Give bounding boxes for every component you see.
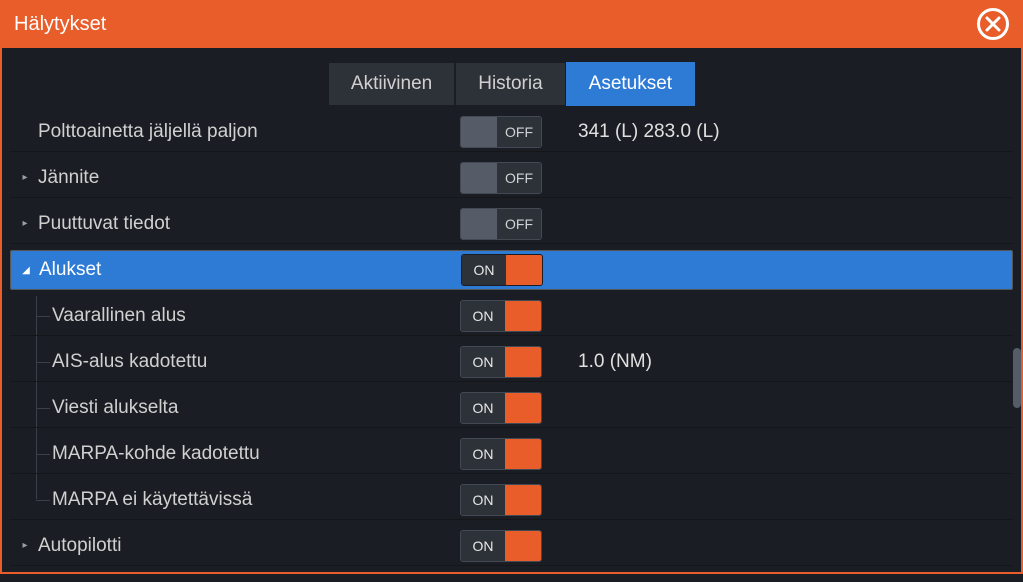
- settings-list: Polttoainetta jäljellä paljon OFF 341 (L…: [0, 106, 1023, 582]
- toggle-knob: [505, 301, 541, 331]
- tree-tee: [36, 362, 50, 363]
- tree-line: [36, 480, 37, 499]
- row-voltage[interactable]: ▸ Jännite OFF: [10, 158, 1013, 198]
- tab-settings[interactable]: Asetukset: [566, 62, 695, 106]
- row-label: Alukset: [39, 259, 101, 281]
- row-message-vessel[interactable]: Viesti alukselta ON: [10, 388, 1013, 428]
- tree-tee: [36, 316, 50, 317]
- row-label: Vaarallinen alus: [52, 305, 186, 327]
- toggle-state-label: ON: [461, 347, 505, 377]
- toggle-state-label: OFF: [497, 209, 541, 239]
- scrollbar[interactable]: [1011, 108, 1021, 568]
- expand-icon[interactable]: ▸: [18, 540, 32, 551]
- toggle-knob: [506, 255, 542, 285]
- toggle-marpa-unavail[interactable]: ON: [460, 484, 542, 516]
- toggle-knob: [461, 209, 497, 239]
- row-value[interactable]: 1.0 (NM): [560, 351, 1013, 373]
- collapse-icon[interactable]: ◢: [19, 265, 33, 276]
- row-label: Polttoainetta jäljellä paljon: [38, 121, 258, 143]
- toggle-knob: [505, 393, 541, 423]
- tree-tee: [36, 500, 50, 501]
- tree-tee: [36, 454, 50, 455]
- toggle-ais-lost[interactable]: ON: [460, 346, 542, 378]
- toggle-state-label: ON: [461, 301, 505, 331]
- row-dangerous-vessel[interactable]: Vaarallinen alus ON: [10, 296, 1013, 336]
- tab-history[interactable]: Historia: [455, 62, 565, 106]
- toggle-state-label: OFF: [497, 117, 541, 147]
- toggle-state-label: ON: [462, 255, 506, 285]
- toggle-marpa-lost[interactable]: ON: [460, 438, 542, 470]
- toggle-vessels[interactable]: ON: [461, 254, 543, 286]
- row-ais-lost[interactable]: AIS-alus kadotettu ON 1.0 (NM): [10, 342, 1013, 382]
- toggle-state-label: OFF: [497, 163, 541, 193]
- row-label: Viesti alukselta: [52, 397, 178, 419]
- tab-active[interactable]: Aktiivinen: [328, 62, 455, 106]
- toggle-state-label: ON: [461, 393, 505, 423]
- row-label: Puuttuvat tiedot: [38, 213, 170, 235]
- expand-icon[interactable]: ▸: [18, 172, 32, 183]
- row-label: MARPA ei käytettävissä: [52, 489, 252, 511]
- window-title: Hälytykset: [14, 13, 106, 36]
- toggle-voltage[interactable]: OFF: [460, 162, 542, 194]
- toggle-missing[interactable]: OFF: [460, 208, 542, 240]
- close-button[interactable]: [977, 8, 1009, 40]
- toggle-state-label: ON: [461, 531, 505, 561]
- row-vessels[interactable]: ◢ Alukset ON: [10, 250, 1013, 290]
- toggle-state-label: ON: [461, 485, 505, 515]
- row-marpa-unavailable[interactable]: MARPA ei käytettävissä ON: [10, 480, 1013, 520]
- toggle-knob: [505, 485, 541, 515]
- toggle-msg-vessel[interactable]: ON: [460, 392, 542, 424]
- row-value[interactable]: 341 (L) 283.0 (L): [560, 121, 1013, 143]
- toggle-fuel[interactable]: OFF: [460, 116, 542, 148]
- scrollbar-thumb[interactable]: [1013, 348, 1021, 408]
- row-marpa-lost[interactable]: MARPA-kohde kadotettu ON: [10, 434, 1013, 474]
- row-missing-data[interactable]: ▸ Puuttuvat tiedot OFF: [10, 204, 1013, 244]
- toggle-autopilot[interactable]: ON: [460, 530, 542, 562]
- row-fuel-remaining[interactable]: Polttoainetta jäljellä paljon OFF 341 (L…: [10, 112, 1013, 152]
- titlebar: Hälytykset: [0, 0, 1023, 48]
- toggle-dangerous[interactable]: ON: [460, 300, 542, 332]
- expand-icon[interactable]: ▸: [18, 218, 32, 229]
- row-label: Jännite: [38, 167, 99, 189]
- row-label: Autopilotti: [38, 535, 121, 557]
- row-label: AIS-alus kadotettu: [52, 351, 207, 373]
- row-autopilot[interactable]: ▸ Autopilotti ON: [10, 526, 1013, 566]
- toggle-knob: [461, 163, 497, 193]
- tab-bar: Aktiivinen Historia Asetukset: [0, 48, 1023, 106]
- toggle-state-label: ON: [461, 439, 505, 469]
- toggle-knob: [505, 439, 541, 469]
- row-label: MARPA-kohde kadotettu: [52, 443, 260, 465]
- toggle-knob: [505, 347, 541, 377]
- toggle-knob: [461, 117, 497, 147]
- toggle-knob: [505, 531, 541, 561]
- close-icon: [985, 16, 1001, 32]
- tree-tee: [36, 408, 50, 409]
